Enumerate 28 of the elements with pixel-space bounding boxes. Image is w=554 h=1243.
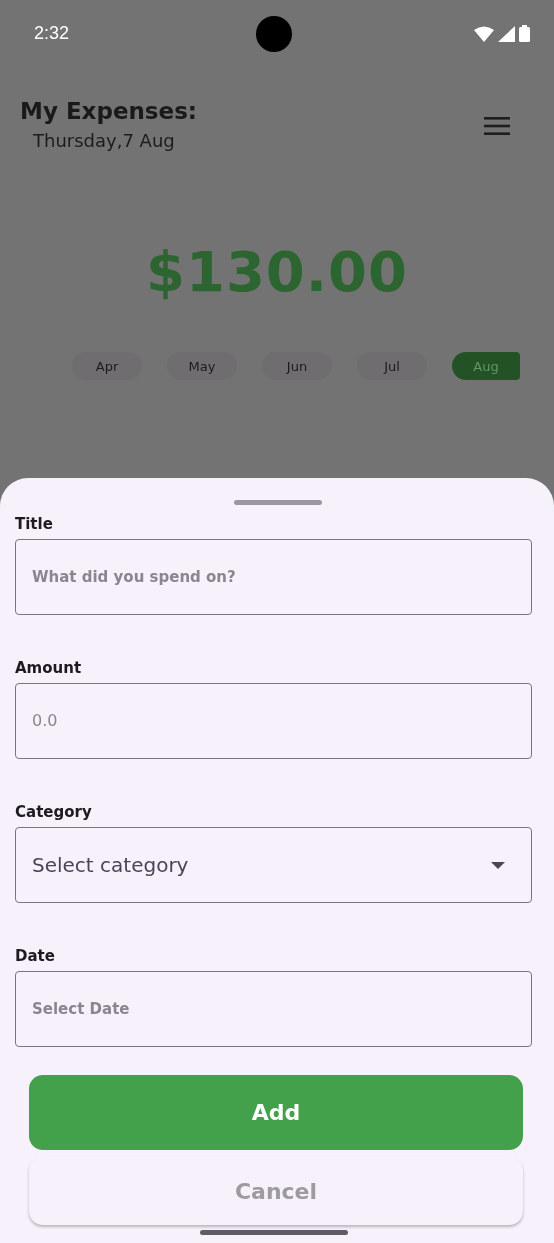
month-chip[interactable]: Jun [262, 352, 332, 380]
category-dropdown[interactable]: Select category [15, 827, 532, 903]
drag-handle[interactable] [233, 500, 322, 505]
month-chip[interactable]: Aug [452, 352, 520, 380]
total-amount: $130.00 [144, 239, 410, 304]
menu-button[interactable] [484, 117, 510, 135]
signal-icon [498, 25, 515, 42]
date-field[interactable]: Select Date [15, 971, 532, 1047]
add-button[interactable]: Add [29, 1075, 523, 1150]
field-label: Title [15, 515, 54, 535]
wifi-icon [474, 25, 494, 42]
battery-icon [519, 24, 530, 42]
dropdown-caret-icon [491, 861, 505, 869]
camera-cutout [256, 16, 292, 52]
input-field[interactable]: 0.0 [15, 683, 532, 759]
dropdown-placeholder: Select category [32, 853, 189, 877]
field-label: Category [15, 803, 93, 823]
status-time: 2:32 [34, 22, 70, 44]
input-field[interactable]: What did you spend on? [15, 539, 532, 615]
month-chip[interactable]: May [167, 352, 237, 380]
field-label: Amount [15, 659, 83, 679]
cancel-button[interactable]: Cancel [29, 1157, 523, 1225]
page-title: My Expenses: [20, 98, 199, 124]
field-label: Date [15, 947, 56, 967]
month-chip[interactable]: Jul [357, 352, 427, 380]
date-text: Thursday,7 Aug [33, 130, 176, 151]
month-chip[interactable]: Apr [72, 352, 142, 380]
menu-icon [484, 117, 510, 135]
